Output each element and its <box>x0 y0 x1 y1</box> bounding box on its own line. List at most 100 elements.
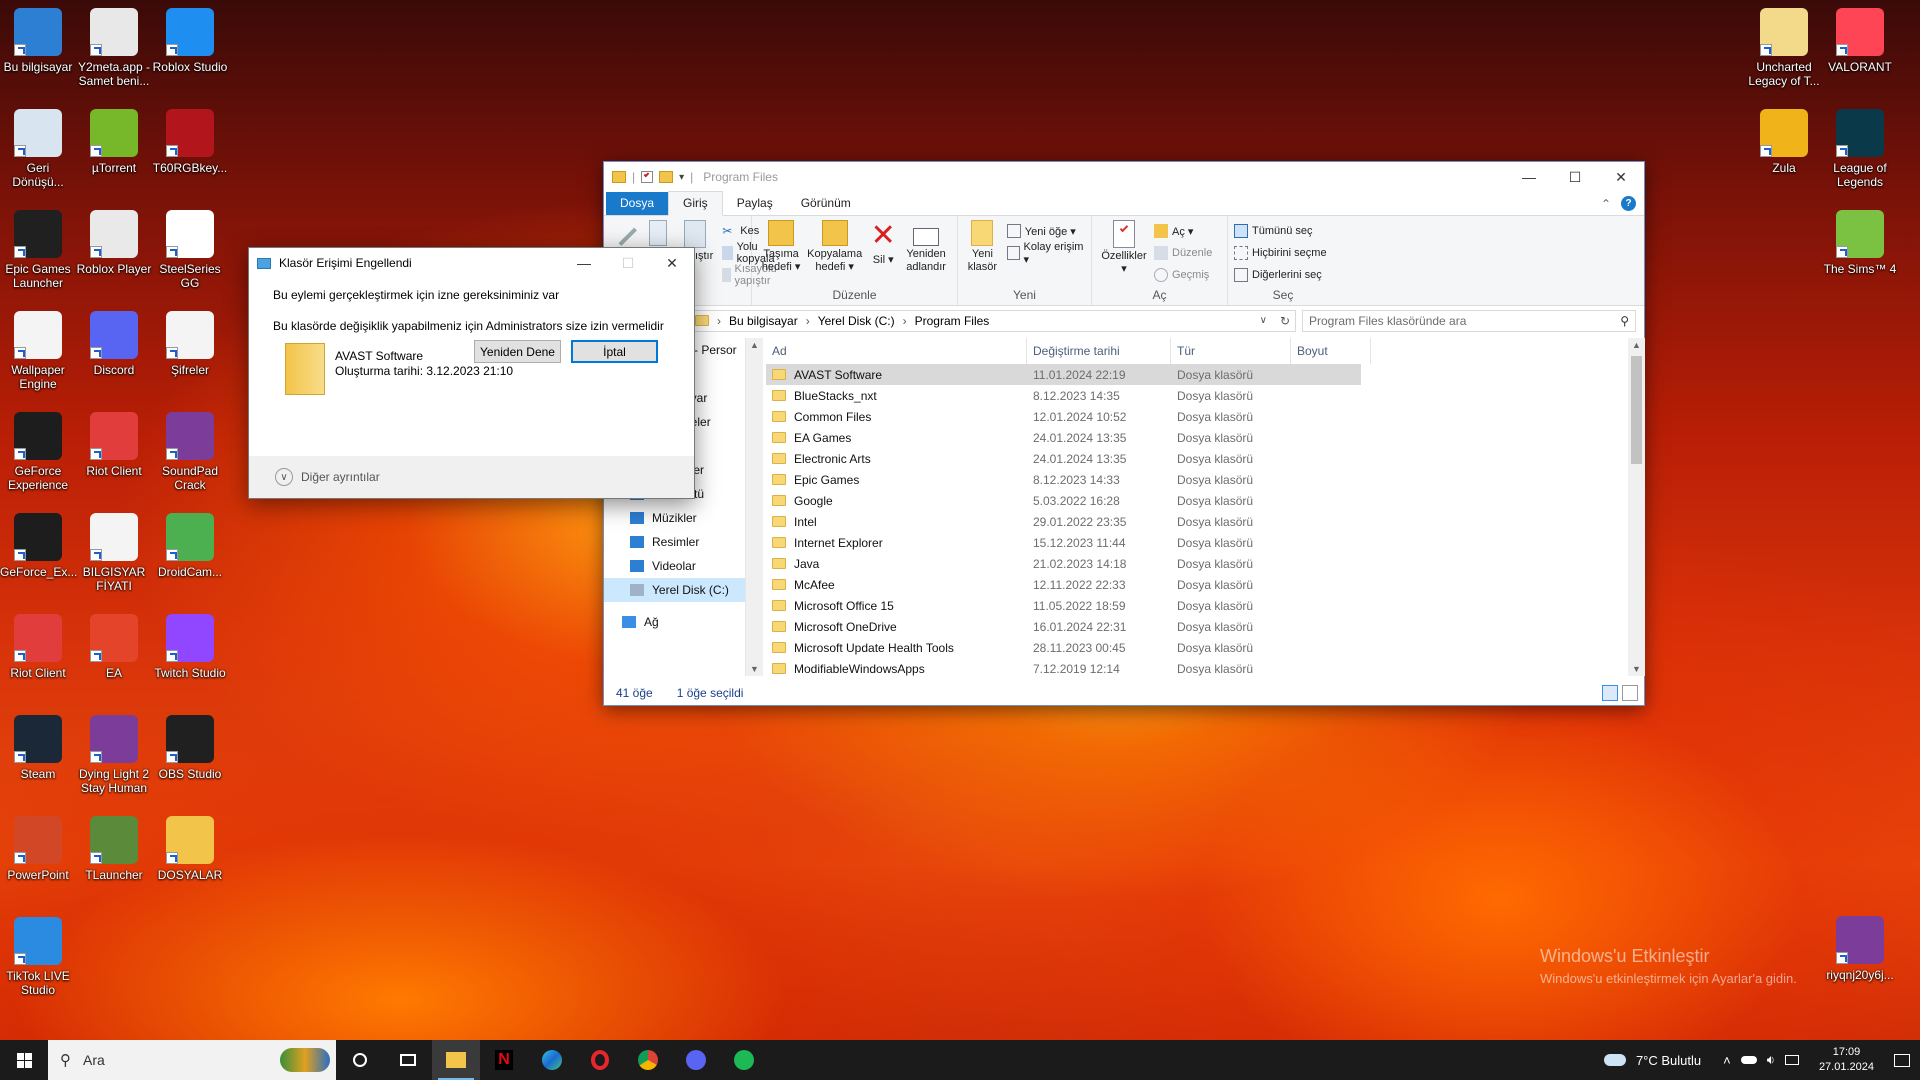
explorer-titlebar[interactable]: | ▾ | Program Files — ☐ ✕ <box>604 162 1644 192</box>
desktop-icon-l5[interactable]: T60RGBkey... <box>152 109 228 175</box>
column-date[interactable]: Değiştirme tarihi <box>1027 338 1171 364</box>
desktop-icon-r2[interactable]: Zula <box>1746 109 1822 175</box>
desktop-icon-r1[interactable]: VALORANT <box>1822 8 1898 74</box>
desktop-icon-l16[interactable]: BILGISYAR FİYATI <box>76 513 152 593</box>
file-row[interactable]: Microsoft Office 15 11.05.2022 18:59 Dosya… <box>766 595 1614 616</box>
desktop-icon-l14[interactable]: SoundPad Crack <box>152 412 228 492</box>
desktop-icon-l26[interactable]: DOSYALAR <box>152 816 228 882</box>
nav-item[interactable]: Videolar <box>604 554 745 578</box>
new-folder-button[interactable]: Yeni klasör <box>967 220 998 274</box>
taskbar-search[interactable]: ⚲ Ara <box>48 1040 336 1080</box>
file-row[interactable]: Microsoft Update Health Tools 28.11.2023 … <box>766 637 1614 658</box>
scroll-up-icon[interactable]: ▲ <box>746 340 763 350</box>
close-icon[interactable]: ✕ <box>650 248 694 278</box>
column-size[interactable]: Boyut <box>1291 338 1371 364</box>
opera-icon[interactable] <box>576 1040 624 1080</box>
desktop-icon-r5[interactable]: riyqnj20y6j... <box>1822 916 1898 982</box>
minimize-icon[interactable]: — <box>1506 162 1552 192</box>
file-row[interactable]: McAfee 12.11.2022 22:33 Dosya klasörü <box>766 574 1614 595</box>
file-row[interactable]: BlueStacks_nxt 8.12.2023 14:35 Dosya klasö… <box>766 385 1614 406</box>
chevron-down-icon[interactable]: ∨ <box>1260 315 1267 326</box>
file-explorer-icon[interactable] <box>432 1040 480 1080</box>
desktop-icon-l25[interactable]: TLauncher <box>76 816 152 882</box>
desktop-icon-l12[interactable]: GeForce Experience <box>0 412 76 492</box>
scroll-up-icon[interactable]: ▲ <box>1628 340 1645 350</box>
desktop-icon-l11[interactable]: Şifreler <box>152 311 228 377</box>
desktop-icon-l13[interactable]: Riot Client <box>76 412 152 478</box>
file-row[interactable]: Microsoft OneDrive 16.01.2024 22:31 Dosya … <box>766 616 1614 637</box>
help-icon[interactable]: ? <box>1621 196 1636 211</box>
edit-button[interactable]: Düzenle <box>1154 242 1212 264</box>
easy-access-button[interactable]: Kolay erişim ▾ <box>1006 241 1085 266</box>
notifications-icon[interactable] <box>1894 1053 1910 1067</box>
new-folder-icon[interactable] <box>659 171 674 183</box>
refresh-icon[interactable]: ↻ <box>1275 314 1295 328</box>
desktop-icon-l24[interactable]: PowerPoint <box>0 816 76 882</box>
minimize-icon[interactable]: — <box>562 248 606 278</box>
desktop-icon-l10[interactable]: Discord <box>76 311 152 377</box>
nav-item[interactable]: Müzikler <box>604 506 745 530</box>
file-row[interactable]: Common Files 12.01.2024 10:52 Dosya klasör… <box>766 406 1614 427</box>
scroll-down-icon[interactable]: ▼ <box>1628 664 1645 674</box>
chevron-up-icon[interactable]: ˄ <box>1723 1053 1731 1068</box>
edge-icon[interactable] <box>528 1040 576 1080</box>
chevron-down-icon[interactable]: ∨ <box>275 468 293 486</box>
nav-scrollbar[interactable]: ▲ ▼ <box>746 338 763 676</box>
desktop-icon-l18[interactable]: Riot Client <box>0 614 76 680</box>
desktop-icon-r4[interactable]: The Sims™ 4 <box>1822 210 1898 276</box>
file-row[interactable]: AVAST Software 11.01.2024 22:19 Dosya klas… <box>766 364 1361 385</box>
file-row[interactable]: Internet Explorer 15.12.2023 11:44 Dosya k… <box>766 532 1614 553</box>
desktop-icon-l6[interactable]: Epic Games Launcher <box>0 210 76 290</box>
desktop-icon-l19[interactable]: EA <box>76 614 152 680</box>
desktop-icon-l27[interactable]: TikTok LIVE Studio <box>0 917 76 997</box>
rename-button[interactable]: Yeniden adlandır <box>904 220 948 274</box>
desktop-icon-l23[interactable]: OBS Studio <box>152 715 228 781</box>
history-button[interactable]: Geçmiş <box>1154 264 1212 286</box>
delete-button[interactable]: ✕ Sil ▾ <box>868 220 898 274</box>
desktop-icon-r3[interactable]: League of Legends <box>1822 109 1898 189</box>
cancel-button[interactable]: İptal <box>571 340 658 363</box>
list-scrollbar[interactable]: ▲ ▼ <box>1628 338 1645 676</box>
clock[interactable]: 17:09 27.01.2024 <box>1809 1045 1884 1075</box>
start-button[interactable] <box>0 1040 48 1080</box>
desktop-icon-l8[interactable]: SteelSeries GG <box>152 210 228 290</box>
properties-icon[interactable] <box>641 171 654 183</box>
search-input[interactable]: Program Files klasöründe ara ⚲ <box>1302 309 1636 332</box>
more-details-link[interactable]: Diğer ayrıntılar <box>301 470 380 484</box>
scroll-thumb[interactable] <box>1631 356 1642 464</box>
desktop-icon-l2[interactable]: Roblox Studio <box>152 8 228 74</box>
desktop-icon-l15[interactable]: GeForce_Ex... <box>0 513 77 579</box>
desktop-icon-l21[interactable]: Steam <box>0 715 76 781</box>
file-row[interactable]: Epic Games 8.12.2023 14:33 Dosya klasörü <box>766 469 1614 490</box>
address-bar[interactable]: › Bu bilgisayar › Yerel Disk (C:) › Prog… <box>688 309 1296 332</box>
nav-item[interactable]: Ağ <box>604 610 745 634</box>
details-view-icon[interactable] <box>1602 685 1618 701</box>
desktop-icon-l7[interactable]: Roblox Player <box>76 210 152 276</box>
desktop-icon-r0[interactable]: Uncharted Legacy of T... <box>1746 8 1822 88</box>
tab-dosya[interactable]: Dosya <box>606 192 669 215</box>
file-explorer-window[interactable]: | ▾ | Program Files — ☐ ✕ Dosya Giriş Pa… <box>603 161 1645 706</box>
new-item-button[interactable]: Yeni öğe ▾ <box>1006 220 1085 242</box>
open-button[interactable]: Aç ▾ <box>1154 220 1212 242</box>
file-row[interactable]: EA Games 24.01.2024 13:35 Dosya klasörü <box>766 427 1614 448</box>
close-icon[interactable]: ✕ <box>1598 162 1644 192</box>
tab-paylas[interactable]: Paylaş <box>723 192 787 215</box>
breadcrumb-this-pc[interactable]: Bu bilgisayar <box>729 314 798 328</box>
desktop-icon-l0[interactable]: Bu bilgisayar <box>0 8 76 74</box>
nav-item[interactable]: Yerel Disk (C:) <box>604 578 745 602</box>
nav-item[interactable]: Resimler <box>604 530 745 554</box>
column-type[interactable]: Tür <box>1171 338 1291 364</box>
access-denied-dialog[interactable]: Klasör Erişimi Engellendi — ☐ ✕ Bu eylem… <box>248 247 695 499</box>
weather-text[interactable]: 7°C Bulutlu <box>1636 1053 1701 1068</box>
discord-icon[interactable] <box>672 1040 720 1080</box>
dialog-titlebar[interactable]: Klasör Erişimi Engellendi — ☐ ✕ <box>249 248 694 278</box>
select-all-button[interactable]: Tümünü seç <box>1234 220 1332 242</box>
retry-button[interactable]: Yeniden Dene <box>474 340 561 363</box>
collapse-ribbon-icon[interactable]: ⌃ <box>1601 197 1611 211</box>
scroll-down-icon[interactable]: ▼ <box>746 664 763 674</box>
desktop-icon-l22[interactable]: Dying Light 2 Stay Human <box>76 715 152 795</box>
breadcrumb-local-disk[interactable]: Yerel Disk (C:) <box>818 314 895 328</box>
column-name[interactable]: Ad <box>766 338 1027 364</box>
invert-selection-button[interactable]: Diğerlerini seç <box>1234 264 1332 286</box>
desktop-icon-l4[interactable]: µTorrent <box>76 109 152 175</box>
